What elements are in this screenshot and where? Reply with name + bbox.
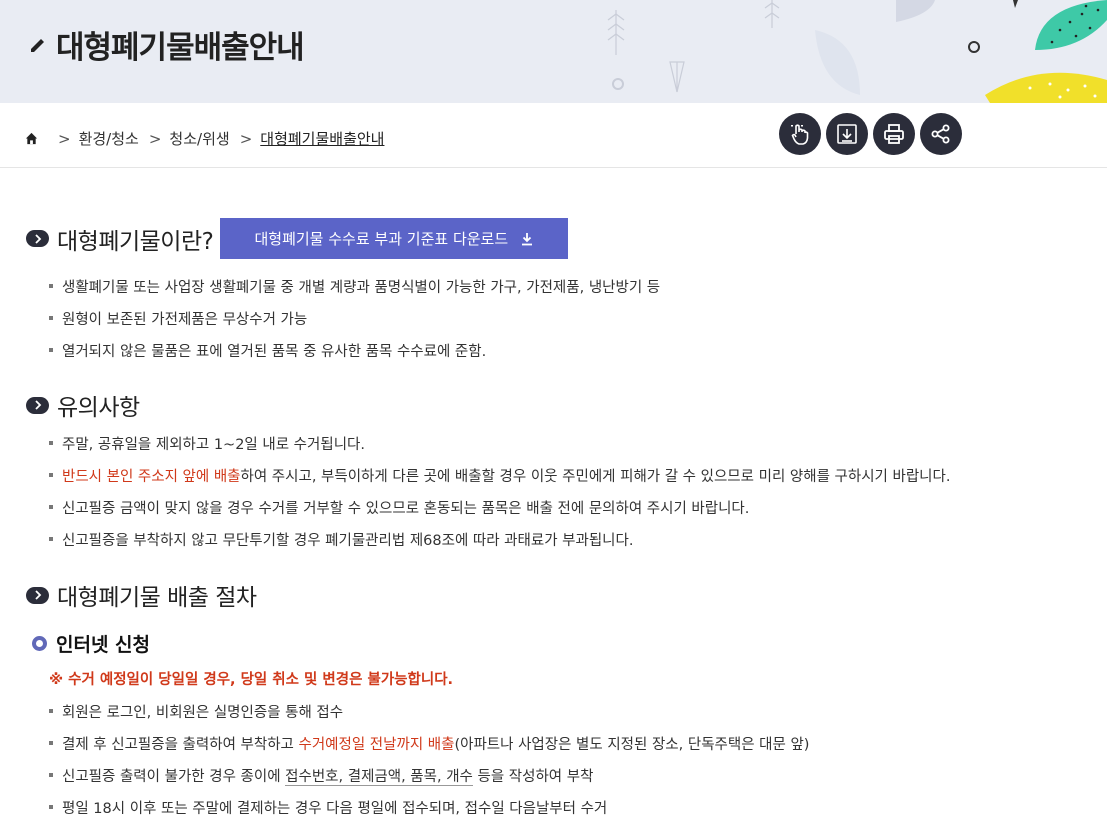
download-icon: [837, 124, 857, 144]
breadcrumb-item-cleaning[interactable]: 청소/위생: [169, 128, 229, 149]
list-item: 주말, 공휴일을 제외하고 1~2일 내로 수거됩니다.: [49, 433, 365, 454]
online-application-header: 인터넷 신청: [32, 630, 150, 657]
touch-icon: [791, 124, 809, 145]
list-item-text: 하여 주시고, 부득이하게 다른 곳에 배출할 경우 이웃 주민에게 피해가 갈…: [240, 469, 951, 485]
breadcrumb-item-current[interactable]: 대형폐기물배출안내: [260, 128, 384, 149]
download-button-label: 대형폐기물 수수료 부과 기준표 다운로드: [254, 230, 509, 248]
same-day-notice: ※ 수거 예정일이 당일일 경우, 당일 취소 및 변경은 불가능합니다.: [49, 672, 454, 688]
circle-bullet-icon: [32, 636, 47, 651]
page-title-group: 대형폐기물배출안내: [28, 22, 305, 67]
list-item-text: 등을 작성하여 부착: [472, 769, 594, 785]
section-about-title: 대형폐기물이란?: [57, 228, 214, 255]
touch-button[interactable]: [779, 113, 821, 155]
list-item: 생활폐기물 또는 사업장 생활폐기물 중 개별 계량과 품명식별이 가능한 가구…: [49, 276, 660, 297]
print-icon: [884, 124, 904, 144]
section-procedure-title: 대형폐기물 배출 절차: [57, 585, 257, 611]
fee-table-download-button[interactable]: 대형폐기물 수수료 부과 기준표 다운로드: [220, 218, 569, 259]
breadcrumb-separator: >: [239, 129, 253, 148]
list-item: 평일 18시 이후 또는 주말에 결제하는 경우 다음 평일에 접수되며, 접수…: [49, 797, 607, 818]
chevron-right-icon: [26, 586, 49, 604]
list-item: 신고필증 출력이 불가한 경우 종이에 접수번호, 결제금액, 품목, 개수 등…: [49, 765, 593, 786]
list-item: 회원은 로그인, 비회원은 실명인증을 통해 접수: [49, 701, 343, 722]
list-item-text: (아파트나 사업장은 별도 지정된 장소, 단독주택은 대문 앞): [454, 737, 810, 753]
section-cautions-header: 유의사항: [26, 388, 140, 422]
chevron-right-icon: [26, 230, 49, 247]
list-item: 신고필증 금액이 맞지 않을 경우 수거를 거부할 수 있으므로 혼동되는 품목…: [49, 497, 749, 518]
highlight-text: 반드시 본인 주소지 앞에 배출: [62, 469, 241, 485]
section-about-header: 대형폐기물이란? 대형폐기물 수수료 부과 기준표 다운로드: [26, 218, 569, 259]
share-button[interactable]: [920, 113, 962, 155]
list-item-text: 신고필증 출력이 불가한 경우 종이에: [62, 769, 286, 785]
breadcrumb-separator: >: [58, 129, 71, 148]
breadcrumb: > 환경/청소 > 청소/위생 > 대형폐기물배출안내: [25, 128, 384, 149]
decorative-leaf-shapes: [607, 0, 1107, 103]
home-icon[interactable]: [25, 132, 38, 145]
list-item-text: 결제 후 신고필증을 출력하여 부착하고: [62, 737, 299, 753]
underlined-text: 접수번호, 결제금액, 품목, 개수: [285, 769, 473, 786]
page-title: 대형폐기물배출안내: [56, 30, 305, 66]
breadcrumb-item-env[interactable]: 환경/청소: [79, 128, 139, 149]
online-application-title: 인터넷 신청: [56, 634, 151, 656]
breadcrumb-separator: >: [148, 129, 162, 148]
list-item: 열거되지 않은 물품은 표에 열거된 품목 중 유사한 품목 수수료에 준함.: [49, 340, 486, 361]
print-button[interactable]: [873, 113, 915, 155]
list-item: 결제 후 신고필증을 출력하여 부착하고 수거예정일 전날까지 배출(아파트나 …: [49, 733, 809, 754]
list-item: 원형이 보존된 가전제품은 무상수거 가능: [49, 308, 307, 329]
page-tools: [779, 113, 967, 155]
chevron-right-icon: [26, 396, 49, 414]
download-arrow-icon: [522, 232, 533, 245]
share-icon: [931, 124, 950, 144]
download-button[interactable]: [826, 113, 868, 155]
highlight-text: 수거예정일 전날까지 배출: [298, 737, 455, 753]
list-item: 신고필증을 부착하지 않고 무단투기할 경우 폐기물관리법 제68조에 따라 과…: [49, 529, 633, 550]
page-banner: 대형폐기물배출안내: [0, 0, 1107, 103]
section-cautions-title: 유의사항: [57, 395, 140, 421]
pencil-icon: [31, 38, 44, 52]
list-item: 반드시 본인 주소지 앞에 배출하여 주시고, 부득이하게 다른 곳에 배출할 …: [49, 465, 950, 486]
section-procedure-header: 대형폐기물 배출 절차: [26, 578, 257, 612]
